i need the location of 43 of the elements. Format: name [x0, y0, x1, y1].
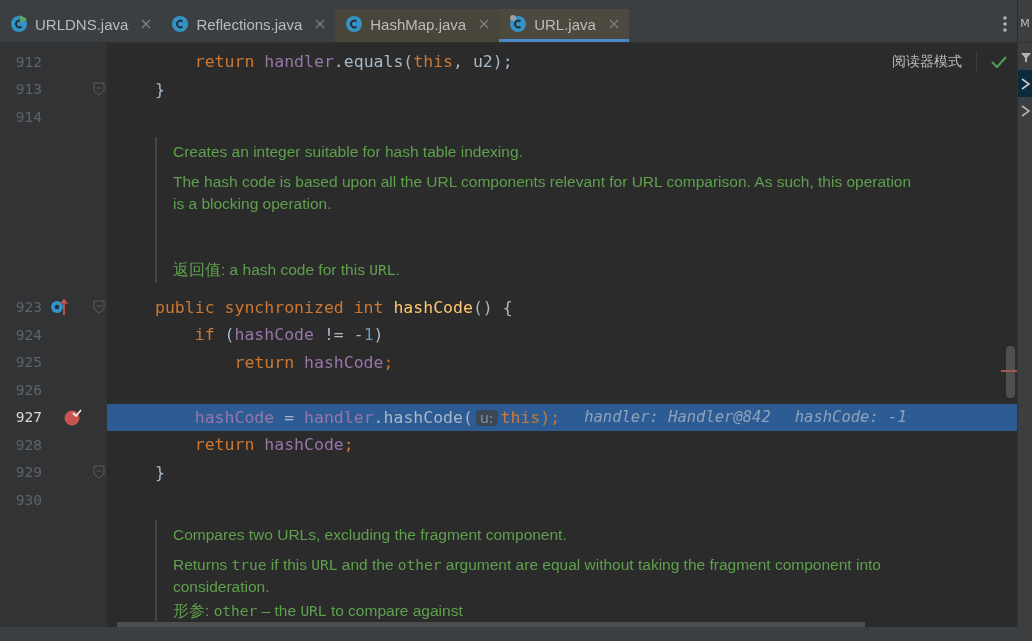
- code-line: return hashCode;: [233, 352, 394, 372]
- class-icon: [171, 15, 190, 33]
- class-icon: [10, 15, 28, 33]
- fold-icon[interactable]: [92, 465, 105, 480]
- fold-icon[interactable]: [92, 82, 105, 97]
- doc-text: 形参: other – the URL to compare against: [173, 600, 464, 621]
- code-line: if (hashCode != -1): [193, 325, 384, 345]
- panel-title: M: [1017, 0, 1032, 42]
- doc-text: Compares two URLs, excluding the fragment component.: [173, 524, 568, 545]
- scrollbar-thumb[interactable]: [1006, 346, 1015, 398]
- panel-item[interactable]: [1018, 70, 1032, 97]
- close-icon[interactable]: [141, 19, 152, 29]
- class-icon: [509, 15, 528, 33]
- fold-icon[interactable]: [92, 300, 105, 315]
- debug-value: hashCode: -1: [794, 408, 907, 427]
- close-icon[interactable]: [315, 19, 326, 29]
- doc-text: 返回值: a hash code for this URL.: [173, 259, 401, 280]
- close-icon[interactable]: [608, 19, 619, 29]
- code-line: hashCode = handler.hashCode( u: this);: [193, 407, 561, 427]
- more-icon[interactable]: [1003, 16, 1007, 32]
- editor-tab[interactable]: URL.java: [499, 9, 629, 42]
- line-number: 927: [14, 409, 42, 426]
- close-icon[interactable]: [479, 19, 490, 29]
- override-icon[interactable]: [50, 298, 68, 317]
- debug-value: handler: Handler@842: [584, 408, 771, 427]
- doc-text: Creates an integer suitable for hash table indexing.: [173, 141, 524, 162]
- scrollbar-thumb[interactable]: [117, 622, 865, 627]
- code-line: }: [155, 79, 165, 99]
- chevron-icon[interactable]: [1021, 104, 1031, 117]
- editor-tab[interactable]: HashMap.java: [335, 9, 500, 42]
- chevron-icon[interactable]: [1021, 77, 1031, 90]
- breakpoint-icon[interactable]: [64, 408, 83, 427]
- doc-text: Returns true if this URL and the other argument are equal without taking the fragment component into consideration.: [173, 554, 882, 597]
- code-line: public synchronized int hashCode() {: [155, 297, 513, 317]
- code-line: }: [155, 462, 165, 482]
- reader-mode-link[interactable]: 阅读器模式: [892, 53, 962, 71]
- code-line: return handler.equals(this, u2);: [193, 52, 513, 72]
- error-stripe: [1001, 370, 1017, 372]
- class-icon: [345, 15, 364, 33]
- code-line: return hashCode;: [193, 435, 354, 455]
- filter-icon[interactable]: [1021, 51, 1031, 62]
- check-icon: [991, 56, 1007, 68]
- doc-text: The hash code is based upon all the URL components relevant for URL comparison. As such, this operation is a blocking operation.: [173, 171, 913, 214]
